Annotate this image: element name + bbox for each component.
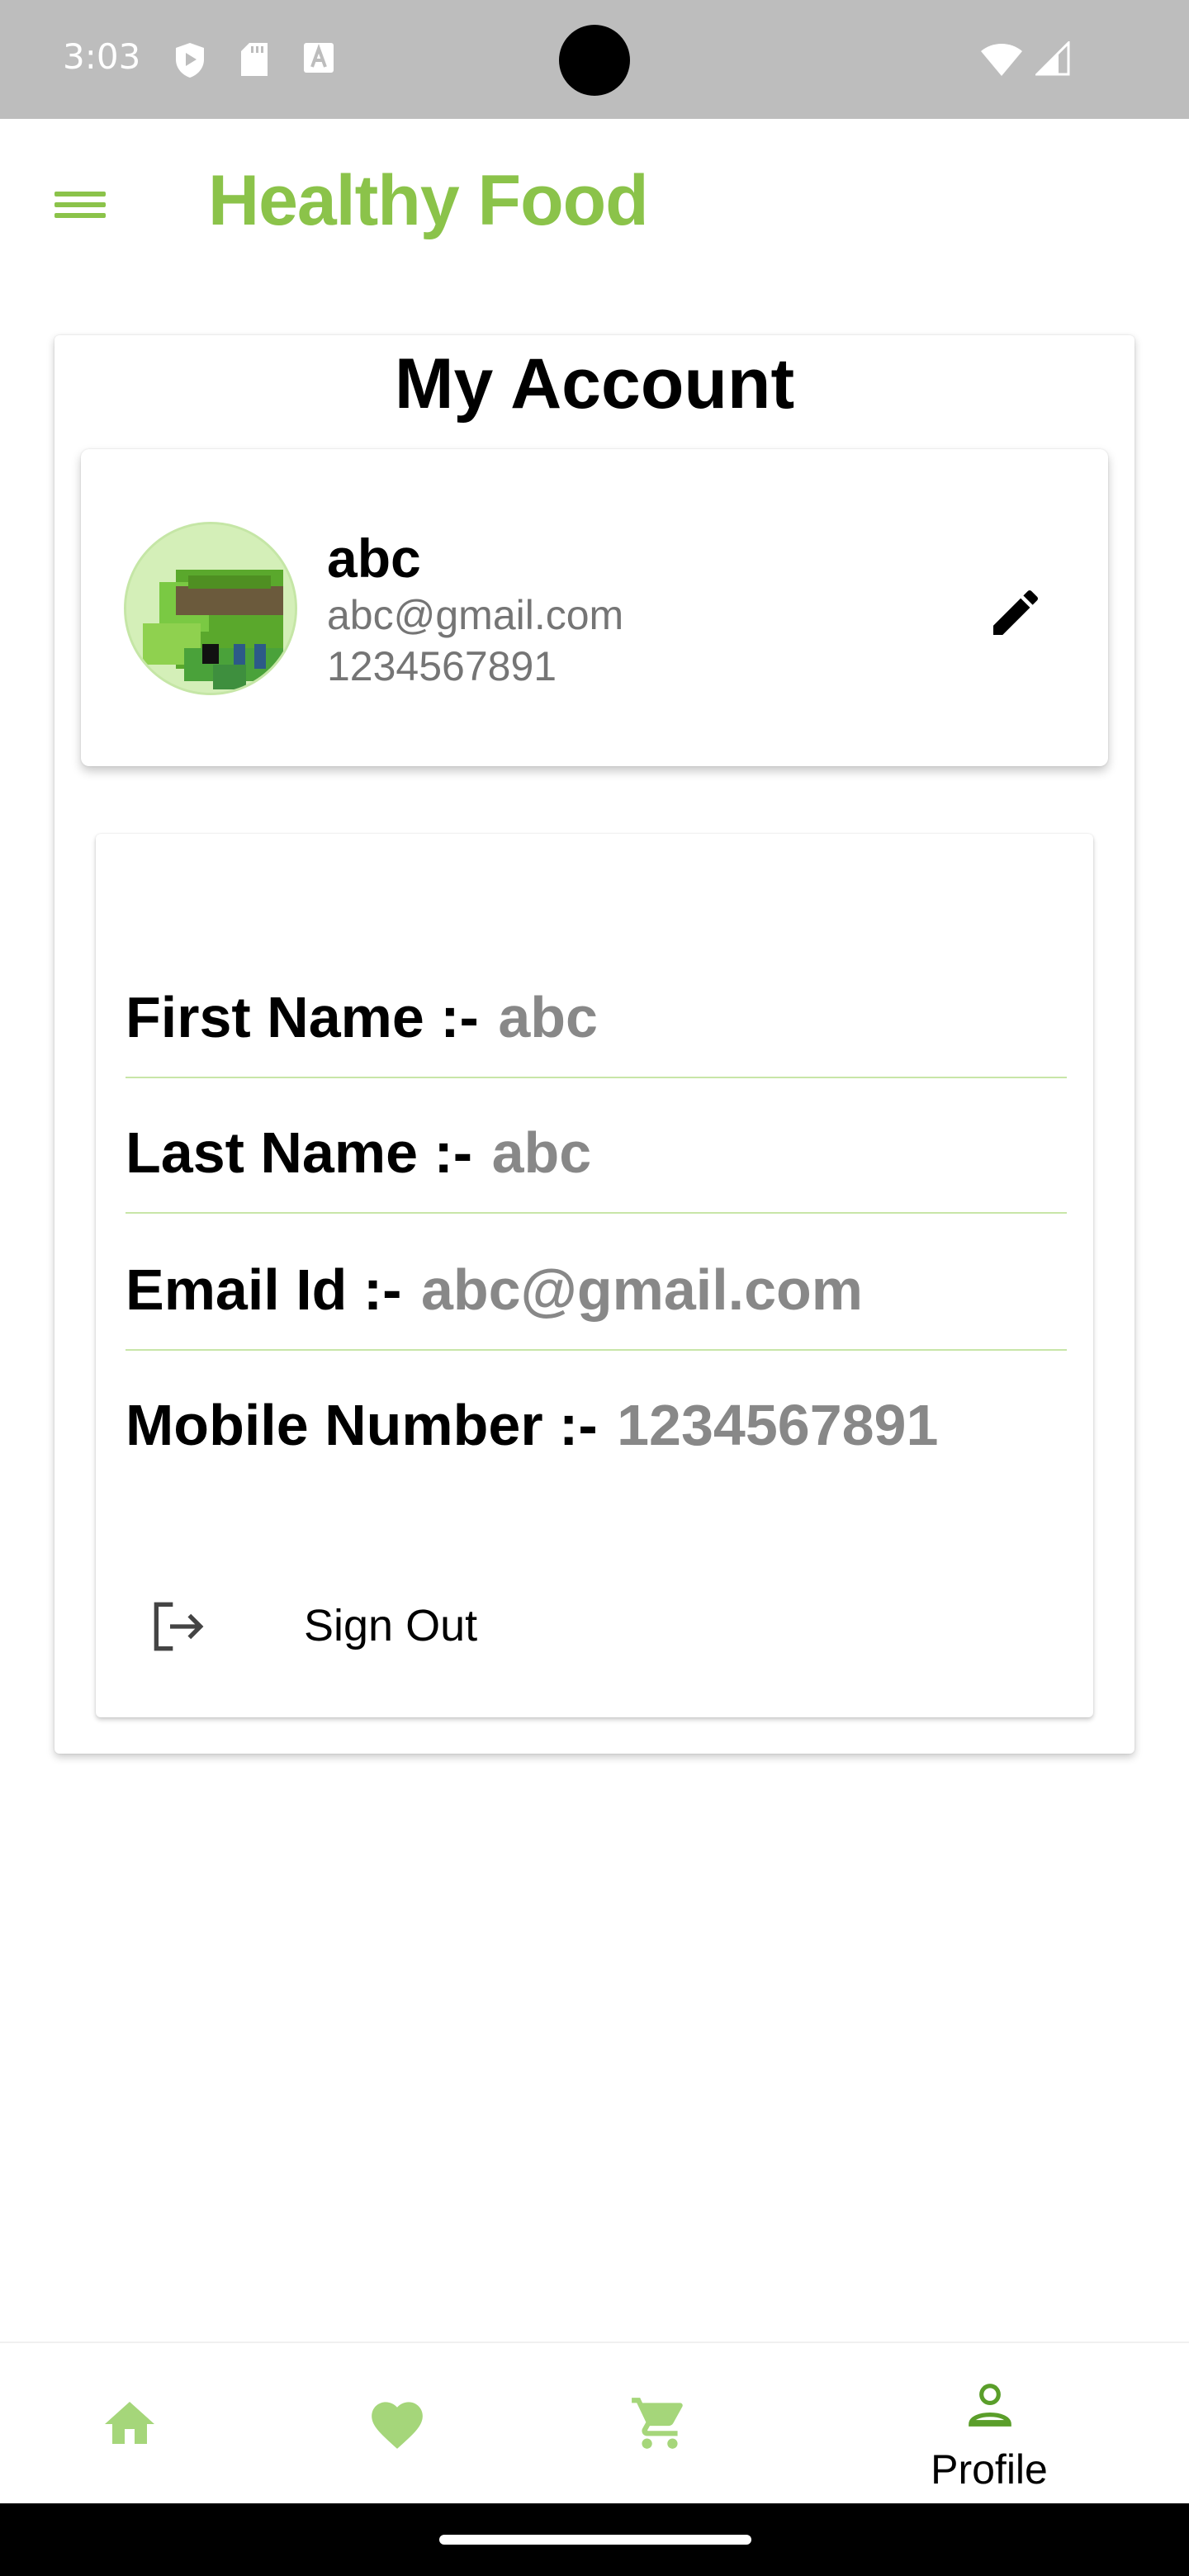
profile-name: abc bbox=[327, 528, 421, 589]
nav-favorites[interactable] bbox=[314, 2343, 479, 2505]
detail-label: First Name :- bbox=[126, 985, 479, 1049]
bottom-navigation: Profile bbox=[0, 2342, 1189, 2503]
avatar bbox=[124, 522, 297, 695]
nav-profile-label: Profile bbox=[931, 2446, 1048, 2493]
font-a-icon bbox=[304, 43, 334, 73]
nav-cart[interactable] bbox=[578, 2343, 743, 2505]
app-bar: Healthy Food bbox=[0, 119, 1189, 284]
profile-phone: 1234567891 bbox=[327, 643, 557, 689]
sd-card-icon bbox=[241, 43, 268, 76]
wifi-icon bbox=[981, 44, 1022, 76]
logout-icon bbox=[154, 1602, 204, 1651]
signal-icon bbox=[1035, 41, 1070, 76]
profile-email: abc@gmail.com bbox=[327, 592, 624, 638]
app-title: Healthy Food bbox=[208, 161, 649, 240]
nav-profile[interactable]: Profile bbox=[907, 2343, 1072, 2505]
hamburger-menu-icon[interactable] bbox=[45, 175, 119, 233]
nav-home[interactable] bbox=[50, 2343, 215, 2505]
detail-value: abc bbox=[491, 1120, 592, 1185]
sign-out-label: Sign Out bbox=[304, 1601, 478, 1650]
detail-row-mobile: Mobile Number :- 1234567891 bbox=[126, 1351, 1067, 1486]
pencil-icon[interactable] bbox=[986, 583, 1045, 642]
detail-row-email: Email Id :- abc@gmail.com bbox=[126, 1215, 1067, 1351]
detail-value: abc bbox=[498, 985, 598, 1049]
home-icon bbox=[105, 2402, 154, 2444]
shield-play-icon bbox=[176, 43, 204, 78]
page-title: My Account bbox=[394, 344, 795, 424]
sign-out-button[interactable]: Sign Out bbox=[126, 1569, 621, 1676]
detail-value: abc@gmail.com bbox=[420, 1257, 864, 1322]
detail-row-first-name: First Name :- abc bbox=[126, 943, 1067, 1078]
cart-icon bbox=[632, 2398, 683, 2449]
heart-icon bbox=[372, 2402, 423, 2449]
profile-summary-card: abc abc@gmail.com 1234567891 bbox=[81, 449, 1108, 766]
account-card: My Account abc abc@gmail.com 1234567891 bbox=[54, 335, 1135, 1754]
detail-label: Last Name :- bbox=[126, 1120, 473, 1185]
person-icon bbox=[969, 2384, 1011, 2427]
detail-label: Email Id :- bbox=[126, 1257, 402, 1322]
account-details-card: First Name :- abc Last Name :- abc Email… bbox=[96, 834, 1093, 1717]
status-bar: 3:03 bbox=[0, 0, 1189, 119]
detail-value: 1234567891 bbox=[617, 1393, 939, 1457]
camera-cutout bbox=[559, 25, 630, 96]
detail-row-last-name: Last Name :- abc bbox=[126, 1078, 1067, 1214]
system-navigation-bar bbox=[0, 2503, 1189, 2576]
home-gesture-bar[interactable] bbox=[439, 2535, 751, 2545]
detail-label: Mobile Number :- bbox=[126, 1393, 598, 1457]
status-time: 3:03 bbox=[63, 36, 141, 77]
